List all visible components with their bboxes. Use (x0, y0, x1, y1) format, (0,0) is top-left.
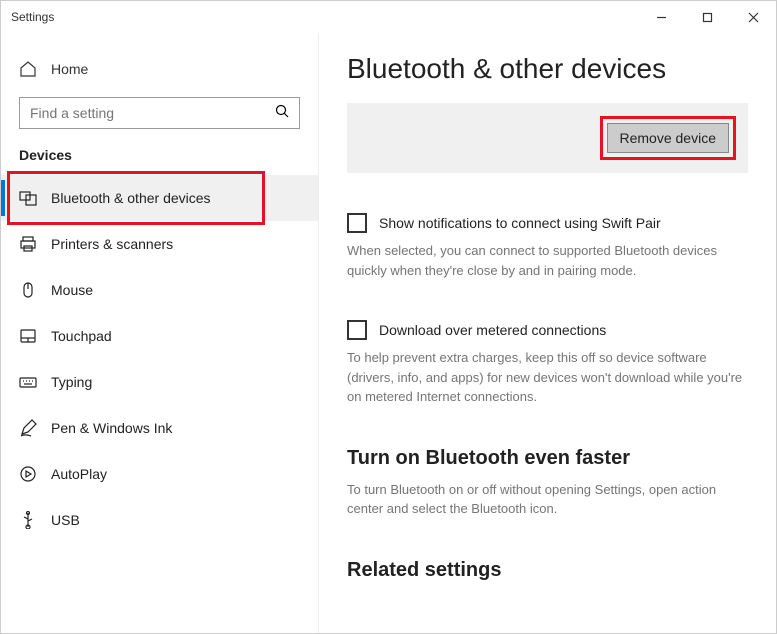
main-content: Bluetooth & other devices Remove device … (319, 33, 776, 633)
sidebar-item-label: Mouse (51, 282, 93, 298)
sidebar-item-pen[interactable]: Pen & Windows Ink (1, 405, 318, 451)
home-nav[interactable]: Home (1, 51, 318, 87)
sidebar-item-touchpad[interactable]: Touchpad (1, 313, 318, 359)
sidebar-item-printers[interactable]: Printers & scanners (1, 221, 318, 267)
home-icon (19, 60, 37, 78)
search-input[interactable] (30, 105, 275, 121)
sidebar-section-label: Devices (1, 143, 318, 175)
sidebar-item-label: Pen & Windows Ink (51, 420, 172, 436)
related-heading: Related settings (347, 559, 748, 582)
autoplay-icon (19, 465, 37, 483)
sidebar-item-autoplay[interactable]: AutoPlay (1, 451, 318, 497)
search-icon (275, 104, 289, 123)
sidebar-item-label: AutoPlay (51, 466, 107, 482)
sidebar-item-typing[interactable]: Typing (1, 359, 318, 405)
sidebar-item-usb[interactable]: USB (1, 497, 318, 543)
minimize-button[interactable] (638, 1, 684, 33)
search-box[interactable] (19, 97, 300, 129)
metered-help: To help prevent extra charges, keep this… (347, 348, 747, 407)
swift-pair-row[interactable]: Show notifications to connect using Swif… (347, 213, 748, 233)
swift-pair-checkbox[interactable] (347, 213, 367, 233)
sidebar-item-label: Printers & scanners (51, 236, 173, 252)
metered-row[interactable]: Download over metered connections (347, 320, 748, 340)
pen-icon (19, 419, 37, 437)
sidebar-item-mouse[interactable]: Mouse (1, 267, 318, 313)
faster-heading: Turn on Bluetooth even faster (347, 447, 748, 470)
metered-label: Download over metered connections (379, 322, 606, 338)
faster-help: To turn Bluetooth on or off without open… (347, 480, 747, 519)
sidebar-item-label: Typing (51, 374, 92, 390)
devices-icon (19, 189, 37, 207)
sidebar: Home Devices Bluetooth & other devices P… (1, 33, 319, 633)
metered-checkbox[interactable] (347, 320, 367, 340)
home-label: Home (51, 61, 88, 77)
close-button[interactable] (730, 1, 776, 33)
sidebar-item-label: USB (51, 512, 80, 528)
highlight-box: Remove device (600, 116, 737, 160)
swift-pair-label: Show notifications to connect using Swif… (379, 215, 661, 231)
mouse-icon (19, 281, 37, 299)
maximize-button[interactable] (684, 1, 730, 33)
device-panel: Remove device (347, 103, 748, 173)
window-title: Settings (11, 10, 54, 24)
sidebar-item-bluetooth[interactable]: Bluetooth & other devices (1, 175, 318, 221)
window-titlebar: Settings (1, 1, 776, 33)
sidebar-item-label: Bluetooth & other devices (51, 190, 211, 206)
page-title: Bluetooth & other devices (347, 53, 748, 85)
sidebar-item-label: Touchpad (51, 328, 112, 344)
window-controls (638, 1, 776, 33)
remove-device-button[interactable]: Remove device (607, 123, 730, 153)
touchpad-icon (19, 327, 37, 345)
keyboard-icon (19, 373, 37, 391)
usb-icon (19, 511, 37, 529)
printer-icon (19, 235, 37, 253)
swift-pair-help: When selected, you can connect to suppor… (347, 241, 747, 280)
